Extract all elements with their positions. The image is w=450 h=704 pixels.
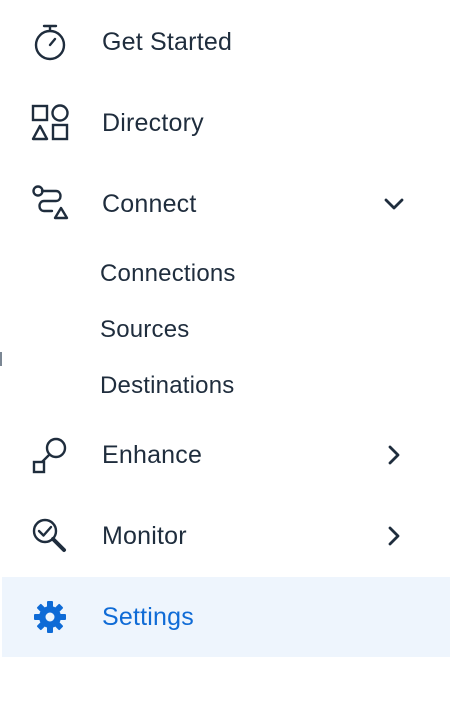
sidebar-item-label: Enhance [102, 440, 203, 469]
sidebar-item-enhance[interactable]: Enhance [2, 415, 450, 495]
chevron-right-icon[interactable] [380, 522, 408, 550]
sidebar-item-label: Monitor [102, 521, 187, 550]
sidebar-item-settings[interactable]: Settings [2, 577, 450, 657]
left-edge-mark [0, 352, 2, 366]
sidebar-item-directory[interactable]: Directory [2, 83, 450, 163]
sidebar-subitem-destinations[interactable]: Destinations [100, 372, 234, 400]
sidebar-item-label: Directory [102, 108, 204, 137]
sidebar-item-get-started[interactable]: Get Started [2, 2, 450, 82]
chevron-down-icon[interactable] [380, 190, 408, 218]
chevron-right-icon[interactable] [380, 441, 408, 469]
route-icon [28, 182, 72, 226]
sidebar-subitem-connections[interactable]: Connections [100, 260, 236, 288]
node-connect-icon [28, 433, 72, 477]
stopwatch-icon [28, 20, 72, 64]
sidebar-nav: Get Started Directory Connect Connection… [0, 0, 450, 704]
gear-icon [28, 595, 72, 639]
sidebar-item-connect[interactable]: Connect [2, 164, 450, 244]
sidebar-item-label: Settings [102, 602, 194, 631]
sidebar-subitem-sources[interactable]: Sources [100, 316, 189, 344]
sidebar-item-monitor[interactable]: Monitor [2, 496, 450, 576]
sidebar-item-label: Connect [102, 189, 197, 218]
sidebar-item-label: Get Started [102, 27, 233, 56]
shapes-icon [28, 101, 72, 145]
magnifier-check-icon [28, 514, 72, 558]
